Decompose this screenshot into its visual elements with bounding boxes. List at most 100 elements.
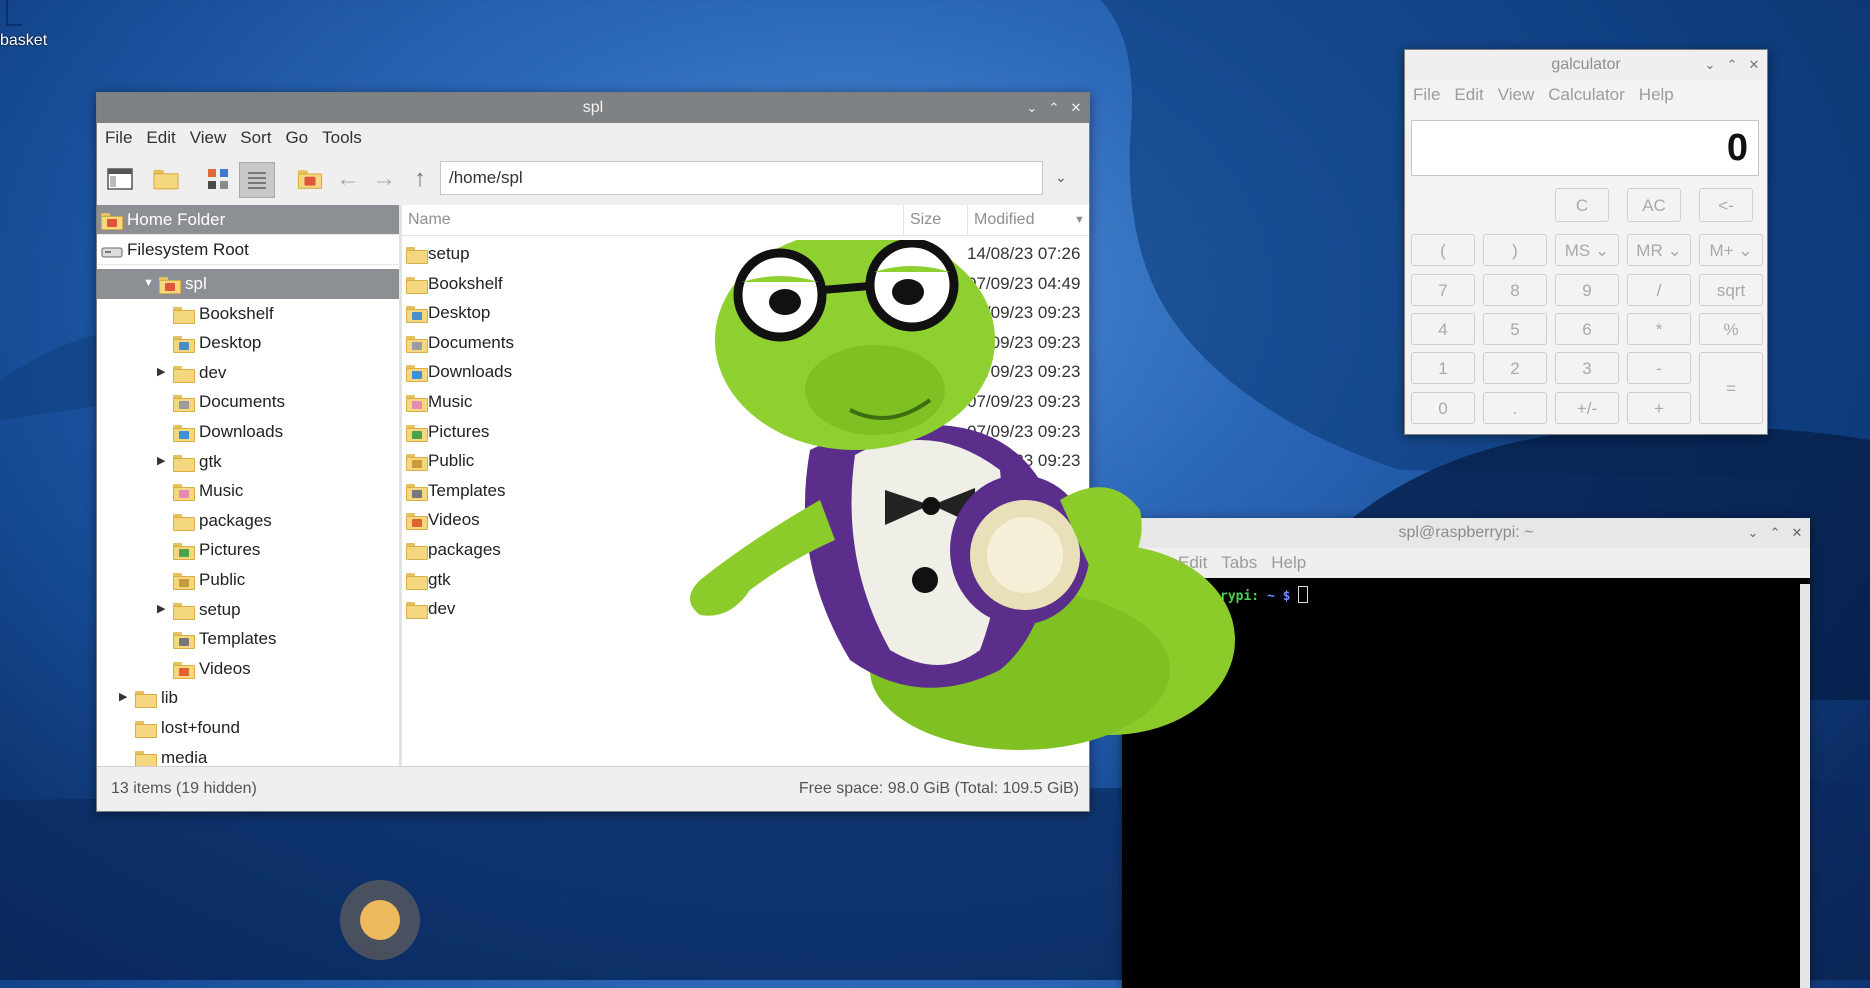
folder-icon xyxy=(173,454,195,472)
calc-button[interactable]: / xyxy=(1627,274,1691,306)
calc-button[interactable]: <- xyxy=(1699,188,1753,222)
close-button[interactable]: ✕ xyxy=(1069,101,1083,115)
calc-button[interactable]: % xyxy=(1699,313,1763,345)
desktop-icon-basket[interactable]: basket xyxy=(0,0,70,56)
tree-node[interactable]: Music xyxy=(97,476,399,506)
tree-node[interactable]: Downloads xyxy=(97,417,399,447)
tree-node[interactable]: ▶ setup xyxy=(97,595,399,625)
forward-button[interactable]: → xyxy=(367,162,401,196)
list-view-button[interactable] xyxy=(239,162,275,198)
calc-button[interactable]: . xyxy=(1483,392,1547,424)
tree-node[interactable]: Public xyxy=(97,565,399,595)
calc-button[interactable]: 1 xyxy=(1411,352,1475,384)
calc-button[interactable]: + xyxy=(1627,392,1691,424)
icon-view-button[interactable] xyxy=(201,162,235,196)
close-button[interactable]: ✕ xyxy=(1790,526,1804,540)
new-folder-icon xyxy=(153,169,179,190)
minimize-button[interactable]: ⌄ xyxy=(1746,526,1760,540)
tree-node[interactable]: ▼ spl xyxy=(97,269,399,299)
maximize-button[interactable]: ⌃ xyxy=(1768,526,1782,540)
menu-view[interactable]: View xyxy=(1498,85,1535,105)
calc-button[interactable]: C xyxy=(1555,188,1609,222)
minimize-button[interactable]: ⌄ xyxy=(1703,58,1717,72)
calc-button[interactable]: * xyxy=(1627,313,1691,345)
file-name: dev xyxy=(428,599,456,619)
collapsed-arrow-icon[interactable]: ▶ xyxy=(157,447,165,477)
status-bar: 13 items (19 hidden) Free space: 98.0 Gi… xyxy=(97,766,1089,811)
home-button[interactable] xyxy=(293,162,327,196)
tree-node[interactable]: Templates xyxy=(97,624,399,654)
maximize-button[interactable]: ⌃ xyxy=(1047,101,1061,115)
home-icon xyxy=(297,169,323,189)
calc-button[interactable]: 3 xyxy=(1555,352,1619,384)
collapsed-arrow-icon[interactable]: ▶ xyxy=(157,595,165,625)
calc-button[interactable]: MR ⌄ xyxy=(1627,234,1691,266)
folder-icon xyxy=(159,276,181,294)
minimize-button[interactable]: ⌄ xyxy=(1025,101,1039,115)
calc-button[interactable]: 9 xyxy=(1555,274,1619,306)
equals-button[interactable]: = xyxy=(1699,352,1763,424)
calc-button[interactable]: 5 xyxy=(1483,313,1547,345)
calc-button[interactable]: 6 xyxy=(1555,313,1619,345)
menu-edit[interactable]: Edit xyxy=(146,128,175,148)
menu-tools[interactable]: Tools xyxy=(322,128,362,148)
expanded-arrow-icon[interactable]: ▼ xyxy=(143,269,154,299)
calc-button[interactable]: +/- xyxy=(1555,392,1619,424)
calc-button[interactable]: sqrt xyxy=(1699,274,1763,306)
menu-view[interactable]: View xyxy=(190,128,227,148)
collapsed-arrow-icon[interactable]: ▶ xyxy=(119,683,127,713)
tree-node[interactable]: ▶ lib xyxy=(97,683,399,713)
tree-node[interactable]: packages xyxy=(97,506,399,536)
column-modified[interactable]: Modified xyxy=(968,205,1068,235)
address-input[interactable] xyxy=(440,161,1043,195)
up-button[interactable]: ↑ xyxy=(403,162,437,196)
menu-help[interactable]: Help xyxy=(1639,85,1674,105)
calc-button[interactable]: 7 xyxy=(1411,274,1475,306)
tree-node[interactable]: Pictures xyxy=(97,535,399,565)
file-manager-titlebar[interactable]: spl ⌄ ⌃ ✕ xyxy=(97,93,1089,123)
new-window-button[interactable] xyxy=(103,162,137,196)
new-folder-button[interactable] xyxy=(149,162,183,196)
place-item[interactable]: Home Folder xyxy=(97,205,399,235)
calc-button[interactable]: 2 xyxy=(1483,352,1547,384)
column-size[interactable]: Size xyxy=(904,205,968,235)
menu-sort[interactable]: Sort xyxy=(240,128,271,148)
place-item[interactable]: Filesystem Root xyxy=(97,235,399,265)
close-button[interactable]: ✕ xyxy=(1747,58,1761,72)
back-button[interactable]: ← xyxy=(331,162,365,196)
terminal-scrollbar[interactable] xyxy=(1800,584,1810,988)
menu-go[interactable]: Go xyxy=(285,128,308,148)
tree-node[interactable]: ▶ dev xyxy=(97,358,399,388)
calc-button[interactable]: 4 xyxy=(1411,313,1475,345)
address-history-dropdown[interactable]: ⌄ xyxy=(1055,169,1067,186)
calc-button[interactable]: M+ ⌄ xyxy=(1699,234,1763,266)
calc-button[interactable]: ) xyxy=(1483,234,1547,266)
galculator-window[interactable]: galculator ⌄ ⌃ ✕ File Edit View Calculat… xyxy=(1404,49,1768,435)
menu-help[interactable]: Help xyxy=(1271,553,1306,573)
galculator-titlebar[interactable]: galculator ⌄ ⌃ ✕ xyxy=(1405,50,1767,80)
calc-button[interactable]: - xyxy=(1627,352,1691,384)
tree-node[interactable]: Bookshelf xyxy=(97,299,399,329)
calc-button[interactable]: 8 xyxy=(1483,274,1547,306)
calc-button[interactable]: AC xyxy=(1627,188,1681,222)
window-title: galculator xyxy=(1551,56,1621,73)
collapsed-arrow-icon[interactable]: ▶ xyxy=(157,358,165,388)
folder-icon xyxy=(406,483,428,501)
tree-node[interactable]: ▶ gtk xyxy=(97,447,399,477)
file-name: Bookshelf xyxy=(428,273,503,293)
tree-node[interactable]: Videos xyxy=(97,654,399,684)
menu-edit[interactable]: Edit xyxy=(1454,85,1483,105)
calc-button[interactable]: ( xyxy=(1411,234,1475,266)
calc-button[interactable]: MS ⌄ xyxy=(1555,234,1619,266)
menu-file[interactable]: File xyxy=(105,128,132,148)
tree-node[interactable]: lost+found xyxy=(97,713,399,743)
menu-calculator[interactable]: Calculator xyxy=(1548,85,1625,105)
maximize-button[interactable]: ⌃ xyxy=(1725,58,1739,72)
tree-node[interactable]: Desktop xyxy=(97,328,399,358)
tree-node-label: Videos xyxy=(199,658,251,678)
menu-file[interactable]: File xyxy=(1413,85,1440,105)
tree-node[interactable]: Documents xyxy=(97,387,399,417)
column-name[interactable]: Name xyxy=(402,205,904,235)
calc-button[interactable]: 0 xyxy=(1411,392,1475,424)
tree-node[interactable]: media xyxy=(97,743,399,767)
